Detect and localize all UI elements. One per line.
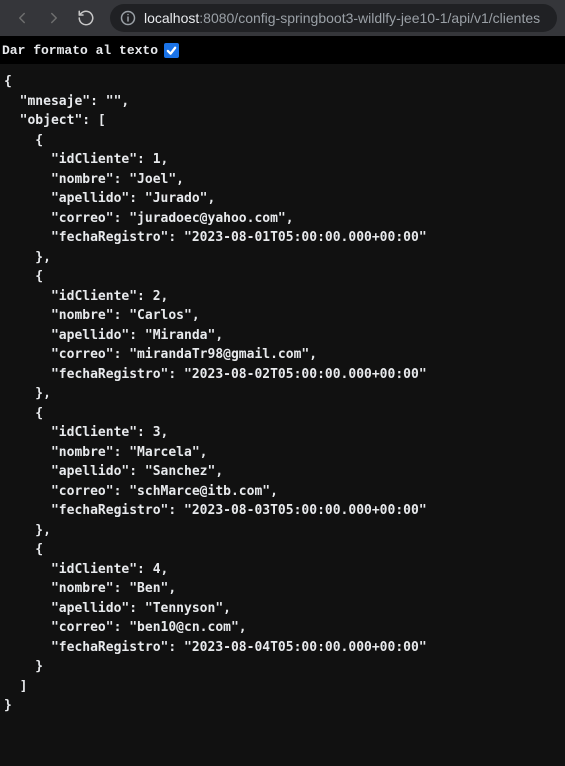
json-response-body[interactable]: { "mnesaje": "", "object": [ { "idClient…: [0, 64, 565, 766]
format-bar: Dar formato al texto: [0, 36, 565, 64]
url-text: localhost:8080/config-springboot3-wildlf…: [144, 10, 540, 26]
format-label: Dar formato al texto: [2, 43, 158, 58]
site-info-icon[interactable]: [120, 10, 136, 26]
url-host: localhost: [144, 10, 199, 26]
address-bar[interactable]: localhost:8080/config-springboot3-wildlf…: [110, 4, 557, 32]
url-path: :8080/config-springboot3-wildlfy-jee10-1…: [199, 10, 540, 26]
back-button[interactable]: [8, 4, 36, 32]
browser-toolbar: localhost:8080/config-springboot3-wildlf…: [0, 0, 565, 36]
forward-button[interactable]: [40, 4, 68, 32]
format-checkbox[interactable]: [164, 43, 179, 58]
reload-button[interactable]: [72, 4, 100, 32]
